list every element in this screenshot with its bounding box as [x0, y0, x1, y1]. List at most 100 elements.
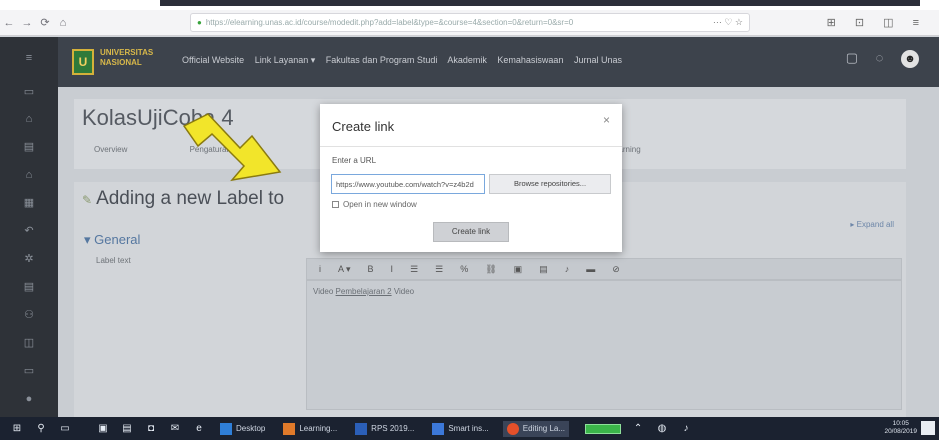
dialog-divider [320, 146, 622, 147]
mail-icon[interactable]: ✉ [168, 422, 182, 436]
file-explorer-icon[interactable]: ▤ [120, 422, 134, 436]
site-header: U UNIVERSITAS NASIONAL Official Website … [58, 37, 939, 87]
taskbar-app-label: Smart ins... [448, 424, 489, 433]
manage-files-icon[interactable]: ⊘ [612, 264, 620, 275]
browser-toolbar-icons[interactable]: ⊞ ⊡ ◫ ≡ [827, 16, 927, 29]
tab-overview[interactable]: Overview [94, 145, 127, 154]
settings-icon[interactable]: ● [21, 392, 37, 406]
open-new-window-checkbox[interactable] [332, 201, 339, 208]
image-icon[interactable]: ▣ [514, 264, 523, 275]
address-bar[interactable]: ● https://elearning.unas.ac.id/course/mo… [190, 13, 750, 32]
forward-icon[interactable]: → [18, 17, 36, 29]
left-sidebar: ≡ ▭ ⌂ ▤ ⌂ ▦ ↶ ✲ ▤ ⚇ ◫ ▭ ● [0, 37, 58, 417]
home-nav-icon[interactable]: ⌂ [21, 112, 37, 126]
menu-jurnal[interactable]: Jurnal Unas [574, 55, 622, 65]
reload-icon[interactable]: ⟳ [36, 16, 54, 29]
editor-text-prefix: Video [313, 287, 336, 296]
clock-time: 10:05 [892, 420, 909, 427]
media-icon[interactable]: ▤ [539, 264, 548, 275]
top-menu: Official Website Link Layanan ▾ Fakultas… [182, 55, 630, 66]
bold-button[interactable]: B [368, 264, 374, 274]
taskbar-app-learning[interactable]: Learning... [279, 421, 341, 437]
taskbar-app-label: RPS 2019... [371, 424, 415, 433]
bell-icon[interactable]: ◌ [876, 50, 884, 65]
courses-icon[interactable]: ▦ [21, 196, 37, 210]
learning-app-icon [283, 422, 296, 435]
open-new-window-row[interactable]: Open in new window [332, 200, 417, 209]
taskbar-app-editing[interactable]: Editing La... [502, 420, 570, 437]
menu-official-website[interactable]: Official Website [182, 55, 244, 65]
word-app-icon [355, 422, 368, 435]
close-icon[interactable]: × [603, 113, 610, 127]
grades-icon[interactable]: ▤ [21, 280, 37, 294]
browser-tab-strip [160, 0, 920, 6]
gear-icon[interactable]: ✲ [21, 252, 37, 266]
logo-text: UNIVERSITAS NASIONAL [100, 48, 154, 67]
menu-icon[interactable]: ≡ [21, 51, 37, 65]
chevron-up-icon[interactable]: ⌃ [631, 422, 645, 436]
address-text: https://elearning.unas.ac.id/course/mode… [205, 18, 574, 27]
create-link-dialog: Create link × Enter a URL Browse reposit… [320, 104, 622, 252]
label-text-caption: Label text [96, 256, 131, 265]
italic-button[interactable]: I [391, 264, 394, 274]
link-icon[interactable]: % [460, 264, 468, 274]
badges-icon[interactable]: ◫ [21, 336, 37, 350]
create-link-button[interactable]: Create link [433, 222, 509, 242]
clock-date: 20/08/2019 [884, 428, 917, 435]
edge-icon[interactable]: e [192, 422, 206, 436]
dashboard-icon[interactable]: ▭ [21, 85, 37, 99]
section-general-toggle[interactable]: ▾ General [84, 232, 140, 248]
back-icon[interactable]: ← [0, 17, 18, 29]
taskbar-app-label: Desktop [236, 424, 266, 433]
audio-icon[interactable]: ♪ [565, 264, 570, 274]
browse-repositories-button[interactable]: Browse repositories... [489, 174, 611, 194]
store-icon[interactable]: ▣ [96, 422, 110, 436]
taskbar-app-desktop[interactable]: Desktop [216, 421, 269, 437]
address-tools-icons[interactable]: ··· ♡ ☆ [713, 17, 743, 28]
bullet-list-icon[interactable]: ☰ [410, 264, 418, 275]
menu-link-layanan[interactable]: Link Layanan ▾ [255, 55, 316, 65]
avatar[interactable]: ☻ [901, 50, 919, 68]
network-icon[interactable]: ◍ [655, 422, 669, 436]
office-icon[interactable]: ◘ [144, 422, 158, 436]
taskbar-app-smart[interactable]: Smart ins... [428, 421, 492, 437]
menu-kemahasiswaan[interactable]: Kemahasiswaan [497, 55, 563, 65]
smart-app-icon [432, 422, 445, 435]
volume-icon[interactable]: ♪ [679, 422, 693, 436]
font-style-dropdown[interactable]: A ▾ [338, 264, 351, 275]
browser-navbar: ← → ⟳ ⌂ ● https://elearning.unas.ac.id/c… [0, 10, 939, 36]
expand-all-link[interactable]: ▸ Expand all [850, 220, 894, 229]
video-icon[interactable]: ▬ [586, 264, 595, 274]
lock-icon: ● [197, 18, 202, 27]
url-field-label: Enter a URL [332, 156, 377, 165]
dialog-title: Create link [332, 119, 395, 134]
chat-icon[interactable]: ▢ [846, 50, 858, 65]
menu-fakultas[interactable]: Fakultas dan Program Studi [326, 55, 438, 65]
menu-akademik[interactable]: Akademik [447, 55, 487, 65]
reports-icon[interactable]: ▭ [21, 364, 37, 378]
calendar-icon[interactable]: ▤ [21, 140, 37, 154]
taskbar-app-rps[interactable]: RPS 2019... [351, 421, 418, 437]
pencil-icon: ✎ [82, 193, 93, 207]
numbered-list-icon[interactable]: ☰ [435, 264, 443, 275]
taskbar-clock[interactable]: 10:05 20/08/2019 [884, 420, 917, 436]
taskbar-app-label: Learning... [299, 424, 338, 433]
university-logo[interactable]: U [72, 49, 94, 75]
unlink-icon[interactable]: ⛓ [485, 264, 496, 275]
info-icon[interactable]: i [319, 264, 321, 274]
files-icon[interactable]: ⌂ [21, 168, 37, 182]
taskbar: ⊞ ⚲ ▭ ▣ ▤ ◘ ✉ e Desktop Learning... RPS … [0, 417, 939, 440]
participants-icon[interactable]: ⚇ [21, 308, 37, 322]
label-text-editor[interactable]: Video Pembelajaran 2 Video [306, 280, 902, 410]
open-new-window-label: Open in new window [343, 200, 417, 209]
battery-indicator[interactable] [585, 423, 622, 434]
task-view-icon[interactable]: ▭ [58, 422, 72, 436]
home-icon[interactable]: ⌂ [54, 17, 72, 29]
search-icon[interactable]: ⚲ [34, 422, 48, 436]
editor-toolbar: i A ▾ B I ☰ ☰ % ⛓ ▣ ▤ ♪ ▬ ⊘ [306, 258, 902, 280]
history-icon[interactable]: ↶ [21, 224, 37, 238]
windows-start-icon[interactable]: ⊞ [10, 422, 24, 436]
notification-icon[interactable] [921, 421, 935, 435]
taskbar-app-label: Editing La... [522, 424, 566, 433]
url-input[interactable] [331, 174, 485, 194]
